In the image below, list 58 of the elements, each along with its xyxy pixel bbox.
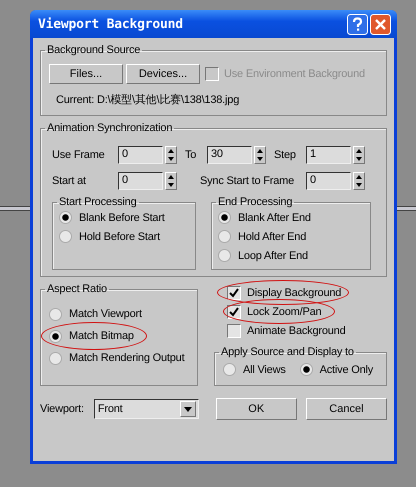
number-field[interactable]: 0 [118, 146, 163, 164]
viewport-label: Viewport: [40, 403, 84, 415]
radio-button[interactable] [59, 230, 72, 243]
radio-label: Active Only [320, 364, 374, 376]
number-field[interactable]: 1 [306, 146, 351, 164]
group-title: Apply Source and Display to [220, 346, 355, 358]
radio-button[interactable] [218, 230, 231, 243]
radio-button[interactable] [223, 363, 236, 376]
dialog-button[interactable]: OK [216, 398, 297, 420]
spinner-arrows-icon[interactable] [254, 146, 266, 164]
group-title: Background Source [46, 44, 142, 56]
radio-label: Match Bitmap [69, 330, 134, 342]
current-file-path: Current: D:\模型\其他\比赛\138\138.jpg [56, 92, 240, 107]
group-title: End Processing [217, 196, 294, 208]
radio-button[interactable] [300, 363, 313, 376]
checkbox[interactable] [227, 324, 241, 338]
window-title: Viewport Background [38, 16, 183, 32]
checkbox[interactable] [227, 304, 241, 318]
group-title: Aspect Ratio [46, 283, 108, 295]
radio-button[interactable] [218, 211, 231, 224]
spinner-arrows-icon[interactable] [165, 172, 177, 190]
radio-button[interactable] [49, 330, 62, 342]
spinner-arrows-icon[interactable] [353, 172, 365, 190]
radio-button[interactable] [218, 249, 231, 262]
group-title: Animation Synchronization [46, 122, 174, 134]
radio-label: Match Viewport [69, 308, 142, 320]
radio-label: Match Rendering Output [69, 352, 184, 364]
action-button[interactable]: Files... [49, 64, 123, 84]
radio-label: Hold After End [238, 230, 306, 242]
checkbox-label: Lock Zoom/Pan [247, 306, 322, 318]
radio-label: Blank Before Start [79, 212, 165, 224]
field-label: Use Frame [52, 149, 106, 161]
radio-button[interactable] [49, 352, 62, 364]
number-field[interactable]: 30 [207, 146, 252, 164]
radio-label: Blank After End [238, 212, 311, 224]
close-icon[interactable] [370, 14, 391, 34]
spinner-arrows-icon[interactable] [353, 146, 365, 164]
field-label: To [185, 149, 198, 161]
checkbox-label: Display Background [247, 286, 342, 298]
checkbox-label: Animate Background [247, 324, 346, 336]
radio-button[interactable] [49, 308, 62, 320]
field-label: Step [274, 149, 297, 161]
spinner-arrows-icon[interactable] [165, 146, 177, 164]
checkbox-label: Use Environment Background [224, 68, 365, 80]
radio-label: Hold Before Start [79, 230, 160, 242]
dialog-button[interactable]: Cancel [306, 398, 387, 420]
number-field[interactable]: 0 [118, 172, 163, 190]
field-label: Sync Start to Frame [200, 175, 296, 187]
viewport-dropdown[interactable]: Front [94, 399, 199, 419]
field-label: Start at [52, 175, 87, 187]
group-title: Start Processing [58, 196, 138, 208]
radio-label: Loop After End [238, 250, 308, 262]
radio-button[interactable] [59, 211, 72, 224]
number-field[interactable]: 0 [306, 172, 351, 190]
radio-label: All Views [243, 364, 286, 376]
action-button[interactable]: Devices... [126, 64, 200, 84]
checkbox[interactable] [227, 286, 241, 300]
help-icon[interactable] [347, 14, 368, 34]
